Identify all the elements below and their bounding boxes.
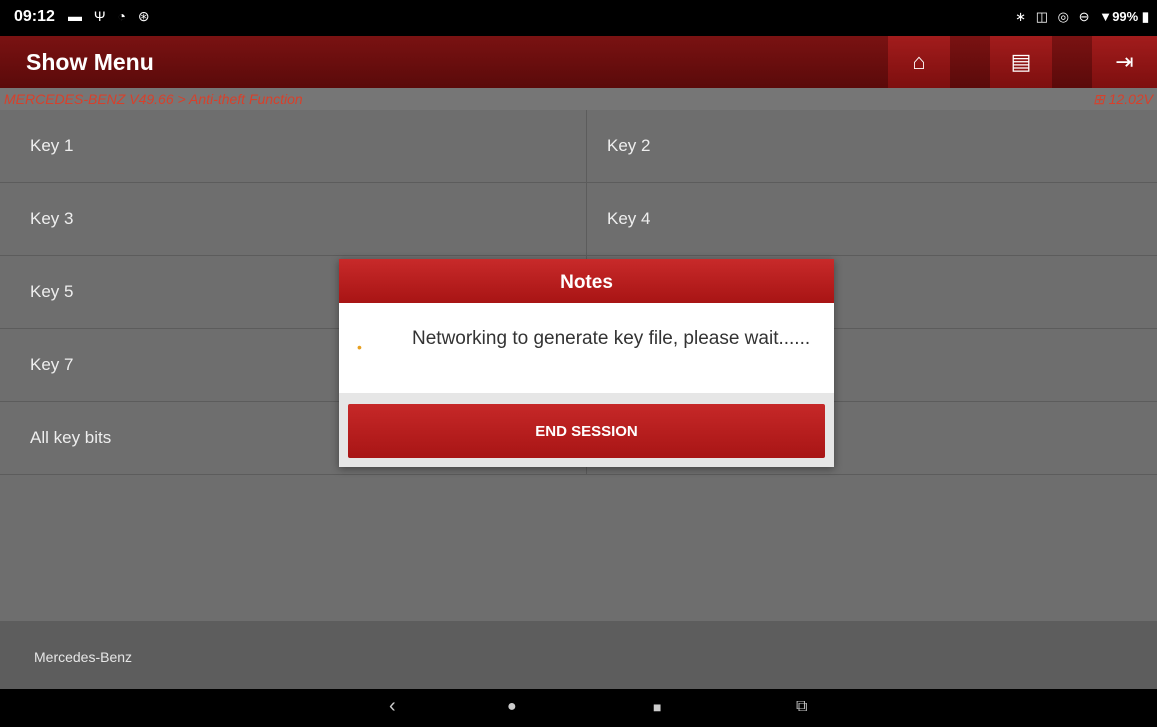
menu-item-key-3[interactable]: Key 3 [0, 183, 577, 255]
home-button[interactable]: ⌂ [888, 36, 950, 88]
menu-item-key-4[interactable]: Key 4 [586, 183, 1157, 255]
exit-icon: ⇥ [1115, 49, 1134, 74]
android-nav-bar: ‹ ● ■ ⧉ [0, 689, 1157, 727]
usb-icon: Ψ [93, 8, 110, 24]
home-icon: ⌂ [912, 49, 926, 74]
dnd-icon: ⊖ [1078, 9, 1093, 24]
end-session-button[interactable]: END SESSION [348, 404, 825, 458]
page-title: Show Menu [26, 49, 154, 75]
screenshot-icon[interactable]: ⧉ [796, 698, 807, 716]
breadcrumb: MERCEDES-BENZ V49.66 > Anti-theft Functi… [0, 88, 1157, 110]
menu-item-key-1[interactable]: Key 1 [0, 110, 577, 182]
loading-icon: • [357, 339, 362, 355]
battery-icon: ⊞ [1093, 91, 1105, 107]
menu-item-key-2[interactable]: Key 2 [586, 110, 1157, 182]
bluetooth-icon: ∗ [1015, 9, 1030, 24]
status-left-icons: ▬ Ψ ◔ ⊛ [68, 8, 154, 25]
home-nav-icon[interactable]: ● [507, 698, 517, 716]
menu-row: Key 1 Key 2 [0, 110, 1157, 183]
dialog-message: Networking to generate key file, please … [412, 328, 811, 349]
footer-brand: Mercedes-Benz [34, 649, 133, 665]
menu-row: Key 3 Key 4 [0, 183, 1157, 256]
status-time: 09:12 [14, 8, 55, 25]
battery-level: 99% ▮ [1112, 9, 1149, 24]
exit-button[interactable]: ⇥ [1092, 36, 1157, 88]
footer-bar: Mercedes-Benz [0, 621, 1157, 689]
header-bar: Show Menu ⌂ ▤ ⇥ [0, 36, 1157, 88]
status-bar: 09:12 ▬ Ψ ◔ ⊛ ∗ ◫ ◎ ⊖ ▼ 99% ▮ [0, 0, 1157, 36]
status-right-icons: ∗ ◫ ◎ ⊖ ▼ [1015, 9, 1115, 25]
wifi-icon: ◔ [117, 8, 130, 24]
print-button[interactable]: ▤ [990, 36, 1052, 88]
dialog-body: • Networking to generate key file, pleas… [339, 303, 834, 393]
back-icon[interactable]: ‹ [389, 695, 396, 718]
print-icon: ▤ [1010, 49, 1032, 74]
settings-icon: ⊛ [137, 8, 154, 24]
vibrate-icon: ◫ [1035, 9, 1051, 24]
dialog-title: Notes [339, 259, 834, 303]
notes-dialog: Notes • Networking to generate key file,… [339, 259, 834, 467]
breadcrumb-path: MERCEDES-BENZ V49.66 > Anti-theft Functi… [4, 91, 303, 107]
recents-icon[interactable]: ■ [653, 699, 661, 715]
image-icon: ▬ [68, 8, 86, 24]
battery-voltage: ⊞ 12.02V [1093, 91, 1153, 107]
location-icon: ◎ [1057, 9, 1072, 24]
